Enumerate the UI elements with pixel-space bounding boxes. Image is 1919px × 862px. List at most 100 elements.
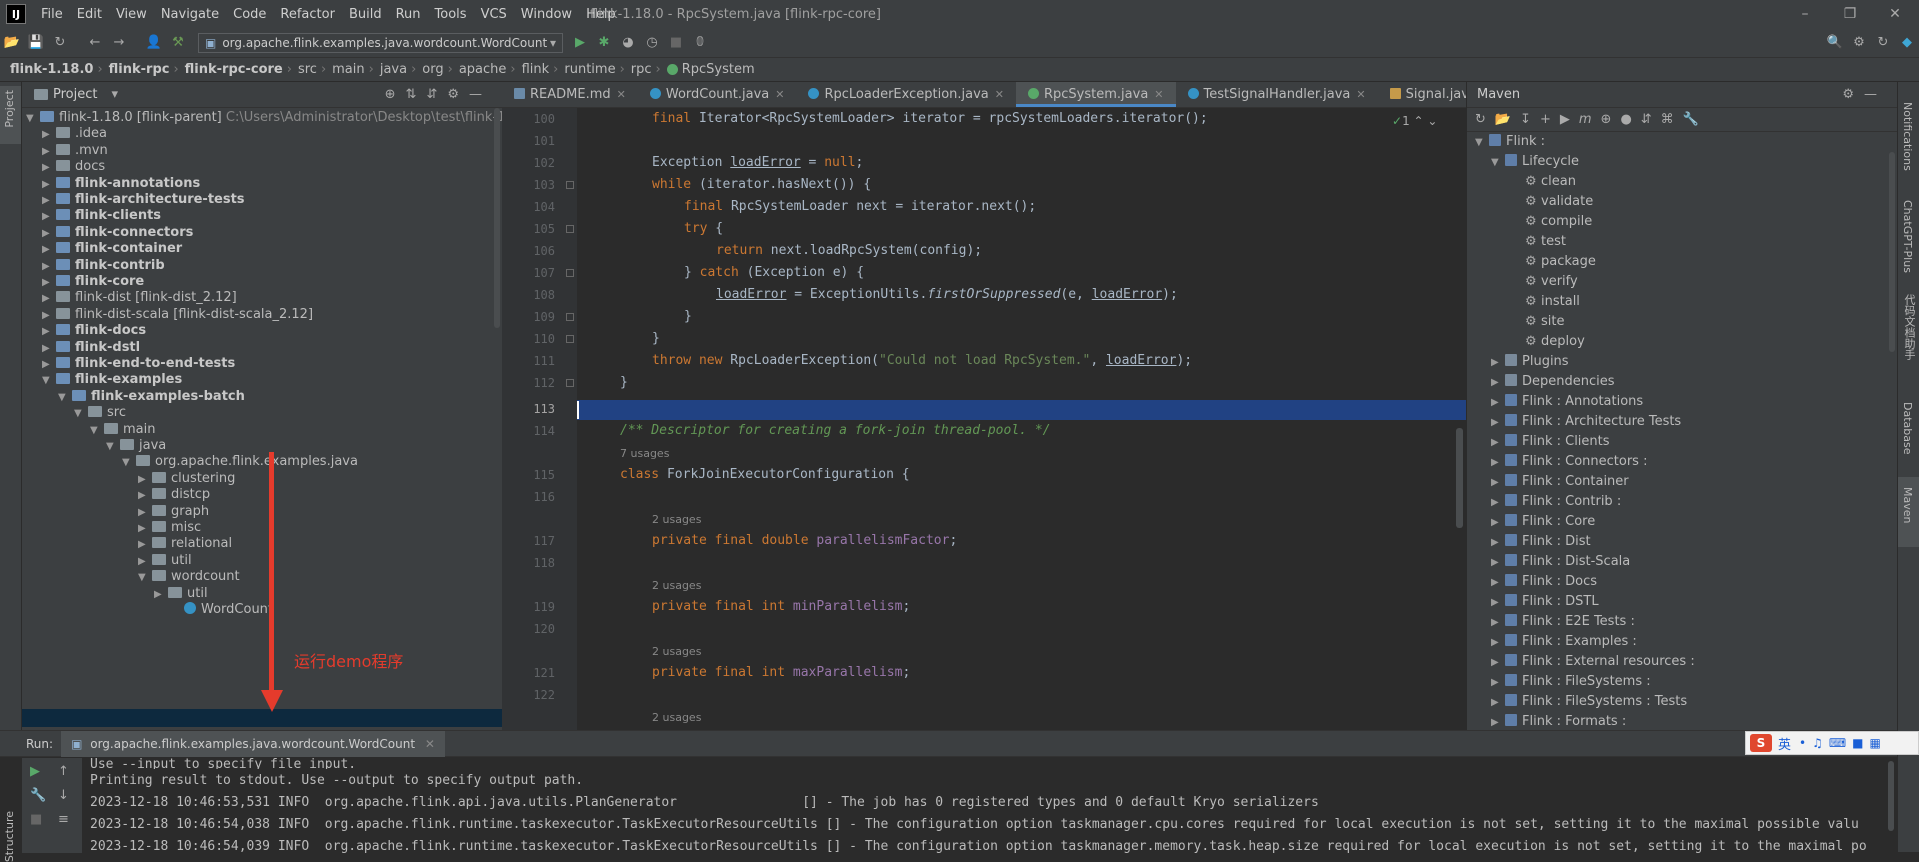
- console-scrollbar[interactable]: [1888, 761, 1894, 831]
- scroll-down-icon[interactable]: ↓: [58, 788, 69, 803]
- maven-node[interactable]: ▶ Flink : Clients: [1491, 432, 1610, 452]
- maven-goal[interactable]: ⚙ package: [1525, 252, 1596, 272]
- project-title[interactable]: Project: [53, 87, 97, 102]
- breadcrumb-item[interactable]: java: [380, 62, 407, 77]
- maven-node[interactable]: ▶ Flink : Examples :: [1491, 632, 1637, 652]
- breadcrumb-item[interactable]: flink: [522, 62, 550, 77]
- usage-hint[interactable]: 2 usages: [652, 711, 701, 724]
- maven-scrollbar[interactable]: [1889, 152, 1895, 352]
- breadcrumb-item[interactable]: flink-rpc-core: [185, 62, 283, 77]
- tree-item[interactable]: WordCount: [170, 600, 273, 620]
- maven-goal[interactable]: ⚙ deploy: [1525, 332, 1585, 352]
- debug-icon[interactable]: ✱: [593, 32, 615, 54]
- menu-run[interactable]: Run: [389, 7, 428, 22]
- soft-wrap-icon[interactable]: ≡: [58, 812, 69, 827]
- menu-navigate[interactable]: Navigate: [154, 7, 226, 22]
- usage-hint[interactable]: 2 usages: [652, 579, 701, 592]
- usage-hint[interactable]: 2 usages: [652, 645, 701, 658]
- fold-marker-icon[interactable]: [566, 225, 574, 233]
- fold-marker-icon[interactable]: [566, 313, 574, 321]
- settings-gear-icon[interactable]: ⚙: [1848, 32, 1870, 54]
- inspection-widget[interactable]: ✓1 ⌃ ⌄: [1392, 114, 1437, 128]
- user-icon[interactable]: 👤: [143, 32, 165, 54]
- maven-tool-button[interactable]: Maven: [1901, 487, 1914, 523]
- scroll-up-icon[interactable]: ↑: [58, 764, 69, 779]
- fold-marker-icon[interactable]: [566, 269, 574, 277]
- stop-icon[interactable]: ■: [665, 32, 687, 54]
- usage-hint[interactable]: 2 usages: [652, 513, 701, 526]
- maven-node[interactable]: ▶ Flink : Contrib :: [1491, 492, 1621, 512]
- menu-view[interactable]: View: [109, 7, 154, 22]
- maven-goal[interactable]: ⚙ validate: [1525, 192, 1593, 212]
- ime-language[interactable]: 英: [1778, 734, 1791, 753]
- maven-node[interactable]: ▶ Dependencies: [1491, 372, 1615, 392]
- breadcrumb-item[interactable]: apache: [459, 62, 507, 77]
- tab-rpcsystem[interactable]: RpcSystem.java ✕: [1016, 82, 1176, 107]
- maven-goal[interactable]: ⚙ test: [1525, 232, 1566, 252]
- project-scrollbar[interactable]: [494, 108, 500, 328]
- maven-header-actions[interactable]: ⚙—: [1842, 87, 1887, 102]
- breadcrumb-item[interactable]: src: [298, 62, 317, 77]
- fold-marker-icon[interactable]: [566, 379, 574, 387]
- menu-refactor[interactable]: Refactor: [273, 7, 342, 22]
- maven-goal[interactable]: ⚙ clean: [1525, 172, 1576, 192]
- maven-node[interactable]: ▶ Flink : Dist-Scala: [1491, 552, 1630, 572]
- stop-icon[interactable]: ■: [30, 812, 42, 827]
- open-folder-icon[interactable]: 📂: [1, 32, 23, 54]
- wrench-icon[interactable]: 🔧: [30, 788, 46, 803]
- tab-testsignalhandler[interactable]: TestSignalHandler.java ✕: [1176, 82, 1378, 107]
- update-icon[interactable]: ↻: [1872, 32, 1894, 54]
- minimize-icon[interactable]: –: [1795, 4, 1815, 24]
- menu-edit[interactable]: Edit: [70, 7, 109, 22]
- tab-wordcount[interactable]: WordCount.java ✕: [638, 82, 797, 107]
- close-icon[interactable]: ✕: [995, 88, 1004, 101]
- notifications-tool-button[interactable]: Notifications: [1901, 102, 1914, 171]
- maven-node[interactable]: ▶ Flink : E2E Tests :: [1491, 612, 1635, 632]
- maven-goal[interactable]: ⚙ compile: [1525, 212, 1592, 232]
- coverage-icon[interactable]: ◕: [617, 32, 639, 54]
- restore-icon[interactable]: ❐: [1840, 4, 1860, 24]
- project-tool-button[interactable]: Project: [3, 90, 16, 128]
- fold-marker-icon[interactable]: [566, 181, 574, 189]
- maven-toolbar-icons[interactable]: ↻📂↧+▶m⊕●⇵⌘🔧: [1475, 112, 1708, 127]
- breadcrumb-item[interactable]: RpcSystem: [682, 62, 755, 77]
- maven-node[interactable]: ▶ Flink : FileSystems :: [1491, 672, 1651, 692]
- breadcrumb-item[interactable]: flink-1.18.0: [10, 62, 93, 77]
- menu-tools[interactable]: Tools: [428, 7, 474, 22]
- run-icon[interactable]: ▶: [569, 32, 591, 54]
- breadcrumb-item[interactable]: rpc: [631, 62, 652, 77]
- ime-toolbar[interactable]: S 英 •♫⌨■▦: [1745, 731, 1919, 755]
- tab-readme[interactable]: README.md ✕: [502, 82, 638, 107]
- database-tool-button[interactable]: Database: [1901, 402, 1914, 455]
- maven-goal[interactable]: ⚙ install: [1525, 292, 1580, 312]
- profile-icon[interactable]: ◷: [641, 32, 663, 54]
- tab-rpcloaderexception[interactable]: RpcLoaderException.java ✕: [796, 82, 1016, 107]
- close-icon[interactable]: ✕: [1154, 88, 1163, 101]
- close-icon[interactable]: ✕: [775, 88, 784, 101]
- fold-marker-icon[interactable]: [566, 335, 574, 343]
- menu-vcs[interactable]: VCS: [474, 7, 514, 22]
- code-editor[interactable]: ✓1 ⌃ ⌄ final Iterator<RpcSystemLoader> i…: [577, 108, 1466, 730]
- sync-icon[interactable]: ↻: [49, 32, 71, 54]
- rerun-icon[interactable]: ▶: [30, 764, 40, 779]
- breadcrumb-item[interactable]: flink-rpc: [109, 62, 170, 77]
- maven-node[interactable]: ▶ Flink : Container: [1491, 472, 1629, 492]
- translate-icon[interactable]: 𝟘: [689, 32, 711, 54]
- panel-actions[interactable]: ⊕⇅⇵⚙—: [385, 87, 492, 102]
- maven-node[interactable]: ▶ Flink : Dist: [1491, 532, 1591, 552]
- editor-scrollbar[interactable]: [1456, 428, 1463, 528]
- maven-node[interactable]: ▶ Flink : FileSystems : Tests: [1491, 692, 1687, 712]
- maven-node[interactable]: ▶ Flink : Core: [1491, 512, 1595, 532]
- menu-build[interactable]: Build: [342, 7, 389, 22]
- menu-code[interactable]: Code: [226, 7, 273, 22]
- close-icon[interactable]: ✕: [1356, 88, 1365, 101]
- maven-lifecycle[interactable]: ▼ Lifecycle: [1491, 152, 1579, 172]
- maven-node[interactable]: ▶ Flink : Architecture Tests: [1491, 412, 1681, 432]
- breadcrumb-item[interactable]: runtime: [564, 62, 615, 77]
- maven-node[interactable]: ▶ Flink : DSTL: [1491, 592, 1599, 612]
- maven-node[interactable]: ▶ Flink : Formats :: [1491, 712, 1626, 732]
- maven-goal[interactable]: ⚙ site: [1525, 312, 1564, 332]
- maven-node[interactable]: ▶ Flink : Annotations: [1491, 392, 1643, 412]
- menu-window[interactable]: Window: [514, 7, 579, 22]
- plugin-icon[interactable]: ◆: [1896, 32, 1918, 54]
